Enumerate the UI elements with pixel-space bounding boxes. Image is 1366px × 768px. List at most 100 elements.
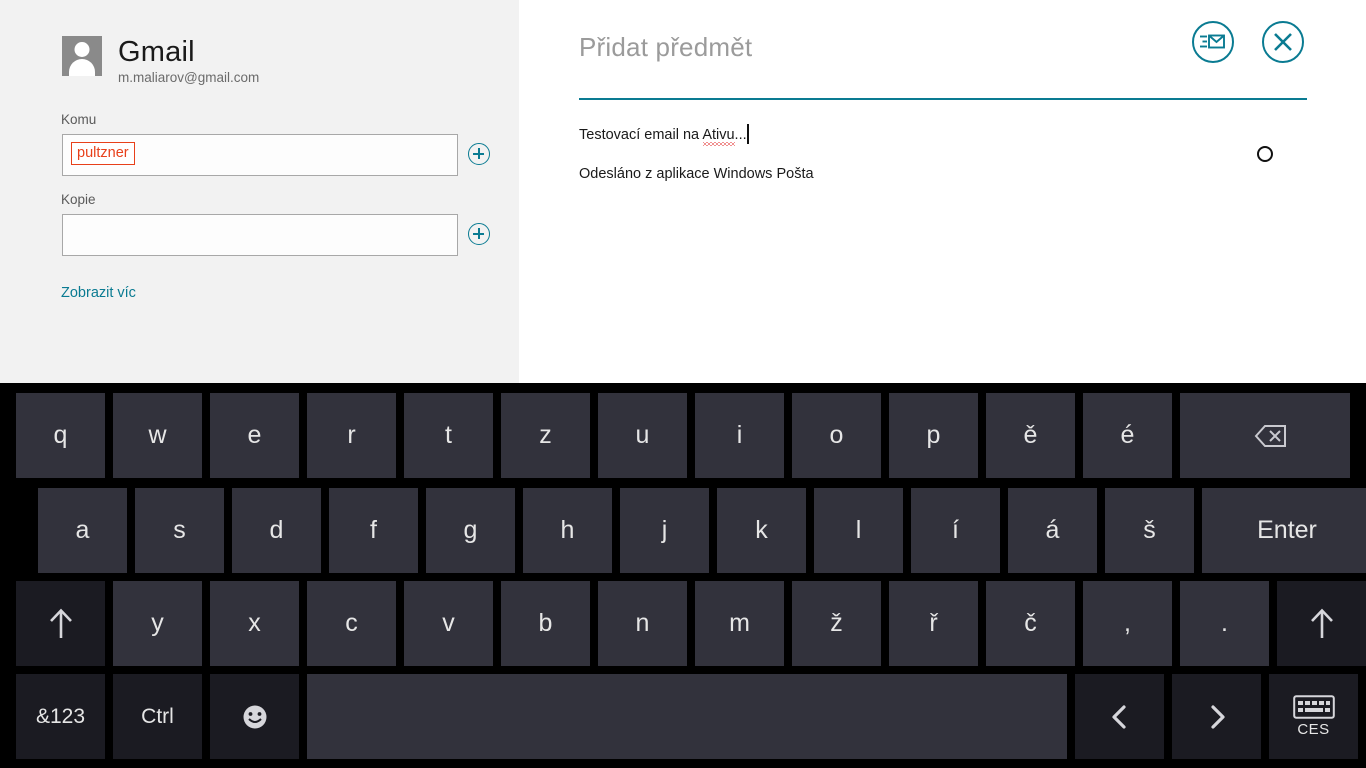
key-label: . bbox=[1221, 609, 1228, 637]
key-s[interactable]: s bbox=[135, 488, 224, 573]
key-i[interactable]: i bbox=[695, 393, 784, 478]
to-field-input[interactable]: pultzner bbox=[62, 134, 458, 176]
account-header[interactable]: Gmail m.maliarov@gmail.com bbox=[62, 36, 259, 87]
key-s-caron[interactable]: š bbox=[1105, 488, 1194, 573]
key-label: á bbox=[1045, 516, 1060, 544]
key-period[interactable]: . bbox=[1180, 581, 1269, 666]
key-label: f bbox=[370, 516, 377, 544]
key-space[interactable] bbox=[307, 674, 1067, 759]
key-label: x bbox=[248, 609, 261, 637]
keyboard-row-1: qwe r t zu i o p ě é bbox=[0, 393, 1366, 478]
key-q[interactable]: q bbox=[16, 393, 105, 478]
key-r[interactable]: r bbox=[307, 393, 396, 478]
key-label: ě bbox=[1023, 421, 1038, 449]
key-label: p bbox=[926, 421, 941, 449]
text-selection-handle[interactable] bbox=[1257, 146, 1273, 162]
key-c[interactable]: c bbox=[307, 581, 396, 666]
key-n[interactable]: n bbox=[598, 581, 687, 666]
key-k[interactable]: k bbox=[717, 488, 806, 573]
key-e-acute[interactable]: é bbox=[1083, 393, 1172, 478]
key-label: t bbox=[445, 421, 452, 449]
key-z-caron[interactable]: ž bbox=[792, 581, 881, 666]
key-label: n bbox=[635, 609, 650, 637]
key-arrow-left[interactable] bbox=[1075, 674, 1164, 759]
key-u[interactable]: u bbox=[598, 393, 687, 478]
key-r-caron[interactable]: ř bbox=[889, 581, 978, 666]
key-label: r bbox=[347, 421, 356, 449]
key-p[interactable]: p bbox=[889, 393, 978, 478]
key-label: l bbox=[855, 516, 862, 544]
add-cc-recipient-button[interactable] bbox=[468, 223, 490, 245]
key-label: m bbox=[729, 609, 750, 637]
close-x-icon[interactable] bbox=[1262, 21, 1304, 63]
key-w[interactable]: w bbox=[113, 393, 202, 478]
keyboard-row-4: &123 Ctrl CES bbox=[0, 674, 1366, 759]
keyboard-row-3: y x c v b n m ž ř č,. bbox=[0, 581, 1366, 666]
key-t[interactable]: t bbox=[404, 393, 493, 478]
key-a-acute[interactable]: á bbox=[1008, 488, 1097, 573]
key-label: i bbox=[736, 421, 743, 449]
key-backspace[interactable] bbox=[1180, 393, 1350, 478]
person-avatar-icon bbox=[62, 36, 102, 76]
key-z[interactable]: z bbox=[501, 393, 590, 478]
key-g[interactable]: g bbox=[426, 488, 515, 573]
backspace-icon bbox=[1254, 424, 1286, 447]
key-symbols[interactable]: &123 bbox=[16, 674, 105, 759]
smiley-icon bbox=[243, 705, 266, 728]
compose-window: Gmail m.maliarov@gmail.com Komu pultzner… bbox=[0, 0, 1366, 383]
key-h[interactable]: h bbox=[523, 488, 612, 573]
key-o[interactable]: o bbox=[792, 393, 881, 478]
key-label: ř bbox=[929, 609, 938, 637]
key-l[interactable]: l bbox=[814, 488, 903, 573]
key-label: s bbox=[173, 516, 186, 544]
cc-field-input[interactable] bbox=[62, 214, 458, 256]
key-label: y bbox=[151, 609, 164, 637]
show-more-link[interactable]: Zobrazit víc bbox=[61, 285, 136, 301]
key-e[interactable]: e bbox=[210, 393, 299, 478]
key-enter[interactable]: Enter bbox=[1202, 488, 1366, 573]
chevron-right-icon bbox=[1210, 704, 1225, 729]
key-j[interactable]: j bbox=[620, 488, 709, 573]
key-label: č bbox=[1024, 609, 1037, 637]
key-shift-left[interactable] bbox=[16, 581, 105, 666]
key-v[interactable]: v bbox=[404, 581, 493, 666]
cc-field-label: Kopie bbox=[61, 192, 96, 207]
row-offset-spacer bbox=[0, 393, 16, 478]
key-arrow-right[interactable] bbox=[1172, 674, 1261, 759]
key-comma[interactable]: , bbox=[1083, 581, 1172, 666]
key-x[interactable]: x bbox=[210, 581, 299, 666]
key-emoji[interactable] bbox=[210, 674, 299, 759]
key-label: ž bbox=[830, 609, 843, 637]
row-offset-spacer bbox=[0, 581, 16, 666]
to-field-label: Komu bbox=[61, 112, 97, 127]
key-label: Enter bbox=[1257, 516, 1317, 544]
key-c-caron[interactable]: č bbox=[986, 581, 1075, 666]
key-a[interactable]: a bbox=[38, 488, 127, 573]
shift-arrow-icon bbox=[1310, 608, 1333, 638]
key-f[interactable]: f bbox=[329, 488, 418, 573]
key-d[interactable]: d bbox=[232, 488, 321, 573]
recipient-chip[interactable]: pultzner bbox=[71, 142, 135, 165]
subject-input[interactable]: Přidat předmět bbox=[579, 32, 752, 63]
key-language[interactable]: CES bbox=[1269, 674, 1358, 759]
key-m[interactable]: m bbox=[695, 581, 784, 666]
key-e-caron[interactable]: ě bbox=[986, 393, 1075, 478]
key-label: é bbox=[1120, 421, 1135, 449]
key-ctrl[interactable]: Ctrl bbox=[113, 674, 202, 759]
key-i-acute[interactable]: í bbox=[911, 488, 1000, 573]
key-label: d bbox=[269, 516, 284, 544]
key-label: , bbox=[1124, 609, 1131, 637]
key-b[interactable]: b bbox=[501, 581, 590, 666]
spellcheck-underline bbox=[703, 142, 735, 146]
add-to-recipient-button[interactable] bbox=[468, 143, 490, 165]
message-body-input[interactable]: Testovací email na Ativu... bbox=[579, 124, 1319, 146]
key-label: &123 bbox=[35, 704, 86, 728]
chevron-left-icon bbox=[1111, 704, 1126, 729]
key-y[interactable]: y bbox=[113, 581, 202, 666]
keyboard-row-2: a s d f g h j k l í á š Enter bbox=[0, 488, 1366, 573]
language-indicator-label: CES bbox=[1297, 721, 1330, 738]
text-caret bbox=[747, 124, 749, 144]
on-screen-keyboard: q w e r t z u i o p ě é a s d f g h j k l í á š Enter y x c v b n m ž ř… bbox=[0, 383, 1366, 768]
key-shift-right[interactable] bbox=[1277, 581, 1366, 666]
send-mail-icon[interactable] bbox=[1192, 21, 1234, 63]
